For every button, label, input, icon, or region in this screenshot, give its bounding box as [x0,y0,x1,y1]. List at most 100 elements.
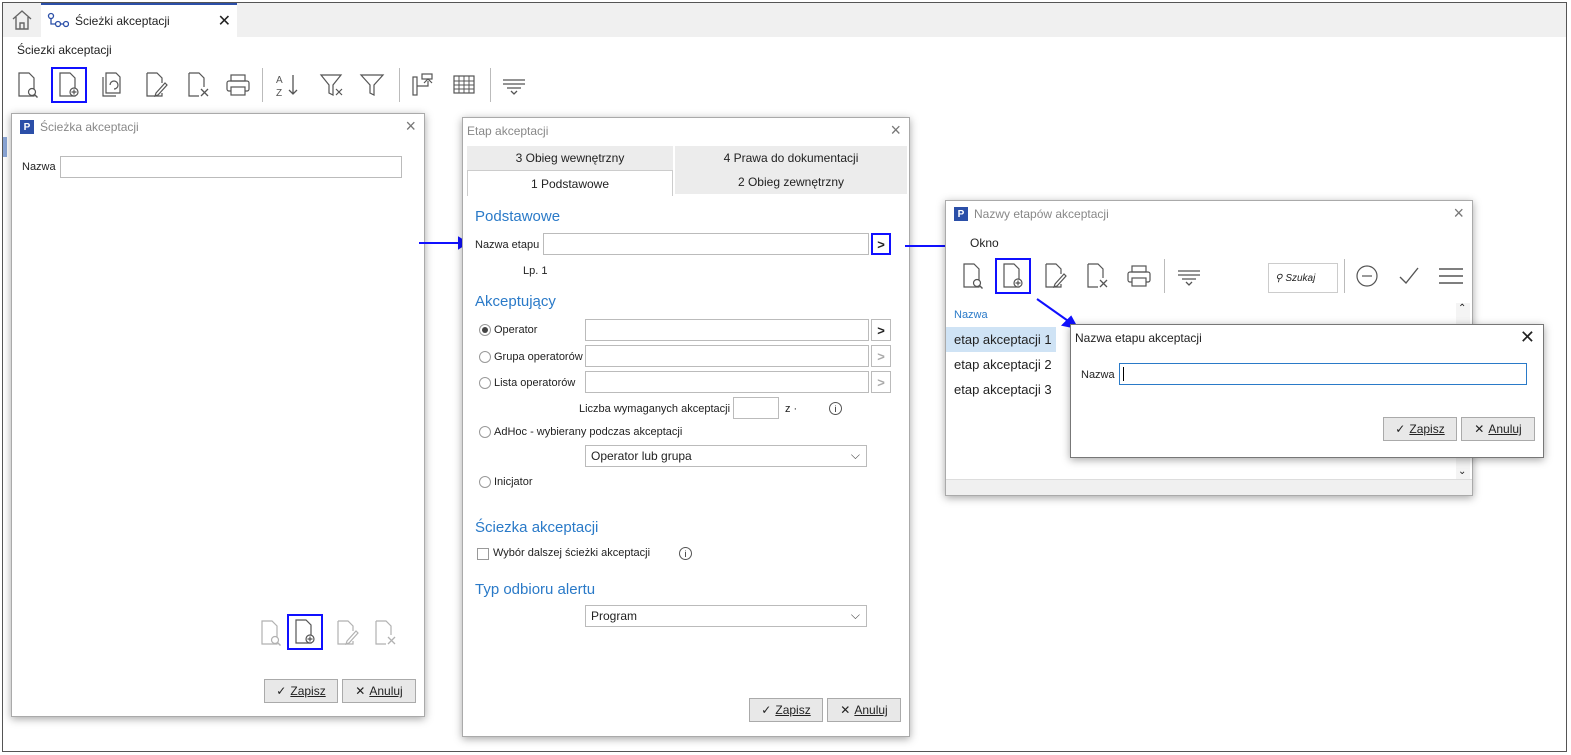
column-header-name[interactable]: Nazwa [954,309,988,321]
search-box[interactable]: ⚲ Szukaj [1268,263,1338,293]
group-radio[interactable] [479,351,491,363]
edit-document-icon[interactable] [1038,259,1072,293]
operator-radio[interactable] [479,324,491,336]
list-input[interactable] [585,371,869,393]
save-button[interactable]: ✓ Zapisz [749,698,823,722]
alert-select-value: Program [591,609,638,623]
x-icon: ✕ [355,684,366,698]
search-label: Szukaj [1285,272,1316,284]
text-cursor [1123,367,1124,381]
window-title: Ścieżka akceptacji [40,120,139,134]
chevron-down-icon[interactable]: ⌄ [1458,466,1466,477]
window-titlebar: Nazwa etapu akceptacji ✕ [1071,325,1543,351]
filter-advanced-icon[interactable] [315,68,349,102]
name-label: Nazwa [1081,369,1115,381]
tab-sciezki-akceptacji[interactable]: Ścieżki akceptacji ✕ [41,3,237,37]
preview-document-icon[interactable] [11,68,45,102]
close-icon[interactable]: × [405,116,416,137]
add-stage-button[interactable] [287,614,323,650]
section-path-heading: Ściezka akceptacji [475,519,599,536]
list-item[interactable]: etap akceptacji 3 [946,377,1056,402]
menu-okno[interactable]: Okno [970,236,999,250]
tree-view-icon[interactable] [405,68,439,102]
close-icon[interactable]: × [890,120,901,141]
required-count-input[interactable] [733,397,779,419]
select-stage-name-button[interactable]: > [871,233,891,255]
tab-podstawowe[interactable]: 1 Podstawowe [467,170,673,196]
svg-text:Z: Z [276,88,282,99]
chevron-up-icon[interactable]: ⌃ [1458,303,1466,314]
minus-circle-icon[interactable] [1350,259,1384,293]
delete-document-icon[interactable] [181,68,215,102]
x-icon: ✕ [840,703,851,717]
info-icon[interactable]: i [679,547,692,560]
initiator-radio[interactable] [479,476,491,488]
preview-document-icon[interactable] [254,616,288,650]
stage-name-dialog: Nazwa etapu akceptacji ✕ Nazwa ✓ Zapisz ✕… [1070,324,1544,458]
cancel-label: Anuluj [1488,422,1522,436]
side-indicator [3,137,7,157]
grid-icon[interactable] [447,68,481,102]
adhoc-select[interactable]: Operator lub grupa ⌵ [585,445,867,467]
tab-label: Ścieżki akceptacji [75,14,170,28]
group-input[interactable] [585,345,869,367]
edit-document-icon[interactable] [139,68,173,102]
print-icon[interactable] [221,68,255,102]
list-label: Lista operatorów [494,377,576,389]
list-radio[interactable] [479,377,491,389]
stage-window: Etap akceptacji × 3 Obieg wewnętrzny 4 P… [462,117,910,737]
home-icon[interactable] [9,7,35,33]
x-icon: ✕ [1474,422,1485,436]
delete-document-icon[interactable] [368,616,402,650]
select-list-button[interactable]: > [871,371,891,393]
cancel-button[interactable]: ✕ Anuluj [1461,417,1535,441]
window-title: Nazwa etapu akceptacji [1075,331,1202,345]
cancel-button[interactable]: ✕ Anuluj [827,698,901,722]
stage-name-input[interactable] [543,233,869,255]
window-title: Etap akceptacji [467,124,549,138]
copy-document-icon[interactable] [95,68,129,102]
hamburger-icon[interactable] [1434,259,1468,293]
svg-text:A: A [276,75,283,86]
close-icon[interactable]: ✕ [218,11,231,31]
adhoc-radio[interactable] [479,426,491,438]
print-icon[interactable] [1122,259,1156,293]
lp-label: Lp. 1 [523,265,548,277]
select-group-button[interactable]: > [871,345,891,367]
add-document-button[interactable] [51,67,87,103]
tab-obieg-zewnetrzny[interactable]: 2 Obieg zewnętrzny [675,170,907,194]
page-title: Ściezki akceptacji [17,43,112,57]
cancel-button[interactable]: ✕ Anuluj [342,679,416,703]
list-item[interactable]: etap akceptacji 2 [946,352,1056,377]
tab-bar: Ścieżki akceptacji ✕ [3,3,1566,37]
check-icon: ✓ [761,703,772,717]
delete-document-icon[interactable] [1080,259,1114,293]
check-icon: ✓ [276,684,287,698]
stage-name-field[interactable] [1119,363,1527,385]
filter-icon[interactable] [355,68,389,102]
cancel-label: Anuluj [369,684,403,698]
tab-obieg-wewnetrzny[interactable]: 3 Obieg wewnętrzny [467,146,673,170]
chevron-down-icon: ⌵ [850,608,860,622]
save-button[interactable]: ✓ Zapisz [1383,417,1457,441]
close-icon[interactable]: ✕ [1520,327,1535,348]
menu-more-icon[interactable] [497,68,531,102]
check-icon[interactable] [1392,259,1426,293]
sort-icon[interactable]: AZ [271,68,305,102]
menu-more-icon[interactable] [1172,259,1206,293]
search-icon: ⚲ [1275,272,1283,284]
add-stage-name-button[interactable] [995,258,1031,294]
tab-prawa-do-dokumentacji[interactable]: 4 Prawa do dokumentacji [675,146,907,170]
path-window: P Ścieżka akceptacji × Nazwa ✓ Zapisz ✕ An… [11,113,425,717]
name-input[interactable] [60,156,402,178]
operator-input[interactable] [585,319,869,341]
alert-type-select[interactable]: Program ⌵ [585,605,867,627]
save-label: Zapisz [1409,422,1445,436]
save-button[interactable]: ✓ Zapisz [264,679,338,703]
info-icon[interactable]: i [829,402,842,415]
preview-document-icon[interactable] [956,259,990,293]
close-icon[interactable]: × [1453,203,1464,224]
edit-document-icon[interactable] [330,616,364,650]
select-operator-button[interactable]: > [871,319,891,341]
next-path-checkbox[interactable] [477,548,489,560]
